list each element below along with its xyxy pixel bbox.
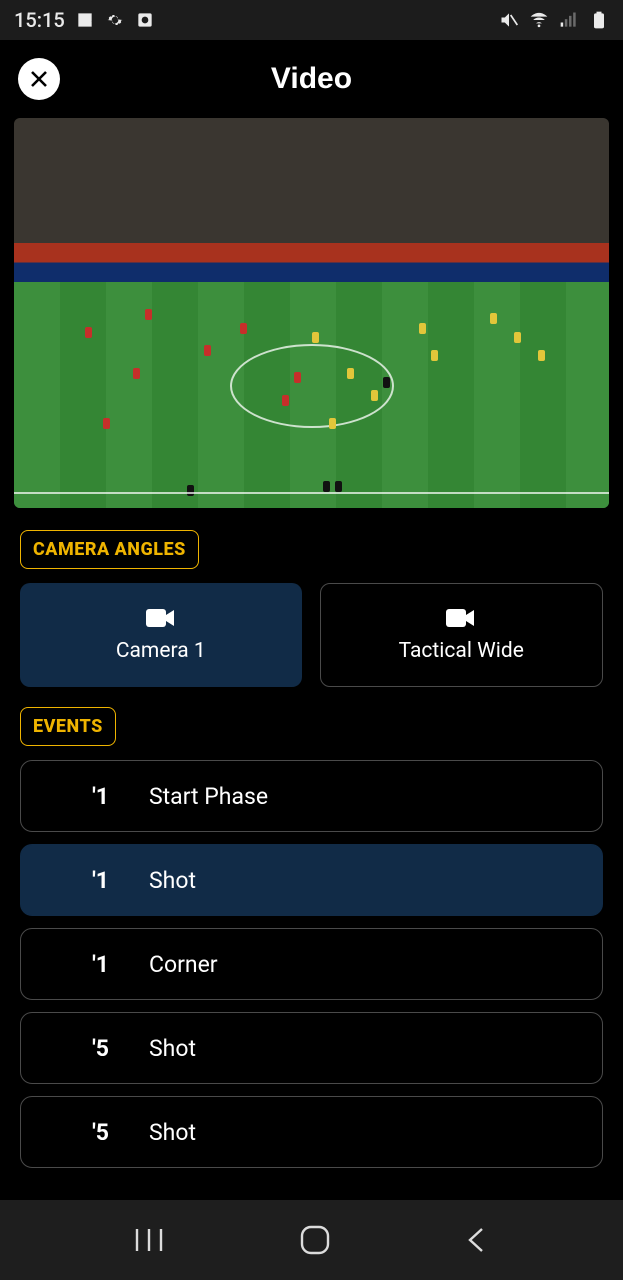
content: CAMERA ANGLES Camera 1 Tactical Wide EVE… [0, 508, 623, 1200]
event-row[interactable]: '5 Shot [20, 1096, 603, 1168]
pitch [14, 282, 609, 508]
clock: 15:15 [14, 8, 65, 32]
event-minute: '5 [21, 1035, 149, 1062]
event-row[interactable]: '1 Corner [20, 928, 603, 1000]
event-label: Shot [149, 1035, 196, 1062]
camera-label: Tactical Wide [399, 639, 524, 663]
mute-icon [499, 10, 519, 30]
camera-label: Camera 1 [116, 639, 206, 663]
header: Video [0, 40, 623, 118]
video-player[interactable] [14, 118, 609, 508]
event-minute: '1 [21, 951, 149, 978]
event-label: Shot [149, 867, 196, 894]
events-list: '1 Start Phase '1 Shot '1 Corner '5 Shot… [20, 760, 603, 1168]
camera-angles-row: Camera 1 Tactical Wide [20, 583, 603, 687]
home-button[interactable] [298, 1223, 332, 1257]
event-row[interactable]: '1 Shot [20, 844, 603, 916]
media-icon [135, 10, 155, 30]
close-icon [27, 67, 51, 91]
video-camera-icon [146, 607, 176, 629]
event-row[interactable]: '5 Shot [20, 1012, 603, 1084]
section-camera-angles: CAMERA ANGLES [20, 530, 199, 569]
camera-option-2[interactable]: Tactical Wide [320, 583, 604, 687]
event-label: Shot [149, 1119, 196, 1146]
system-nav-bar [0, 1200, 623, 1280]
back-button[interactable] [462, 1225, 492, 1255]
close-button[interactable] [18, 58, 60, 100]
event-minute: '5 [21, 1119, 149, 1146]
event-minute: '1 [21, 867, 149, 894]
event-row[interactable]: '1 Start Phase [20, 760, 603, 832]
event-minute: '1 [21, 783, 149, 810]
status-bar: 15:15 [0, 0, 623, 40]
signal-icon [559, 10, 579, 30]
battery-icon [589, 10, 609, 30]
gear-icon [105, 10, 125, 30]
image-icon [75, 10, 95, 30]
event-label: Corner [149, 951, 218, 978]
recents-button[interactable] [131, 1225, 167, 1255]
camera-option-1[interactable]: Camera 1 [20, 583, 302, 687]
page-title: Video [271, 62, 352, 96]
event-label: Start Phase [149, 783, 268, 810]
video-camera-icon [446, 607, 476, 629]
wifi-icon [529, 10, 549, 30]
section-events: EVENTS [20, 707, 116, 746]
